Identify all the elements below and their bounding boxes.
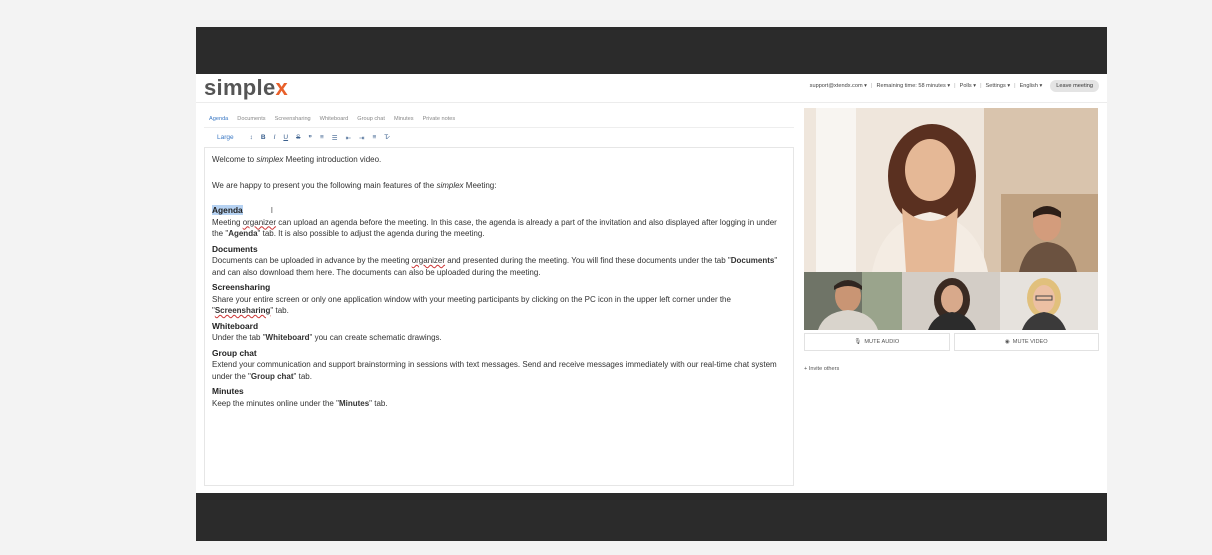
camera-icon: ◉ [1004, 339, 1010, 345]
remaining-time-menu[interactable]: Remaining time: 58 minutes ▾ [876, 83, 950, 89]
mute-audio-button[interactable]: 🎙 MUTE AUDIO [804, 333, 950, 351]
tab-whiteboard[interactable]: Whiteboard [320, 116, 349, 122]
tab-agenda[interactable]: Agenda [209, 116, 228, 122]
header-menu: support@xtendx.com ▾ | Remaining time: 5… [810, 80, 1099, 92]
heading-documents: Documents [212, 243, 258, 254]
intro-line: Welcome to simplex Meeting introduction … [212, 155, 382, 164]
tab-documents[interactable]: Documents [237, 116, 265, 122]
section-screensharing: Screensharing Share your entire screen o… [212, 282, 731, 315]
invite-others-link[interactable]: + Invite others [804, 366, 839, 372]
participant-1-image [1001, 194, 1098, 272]
bottom-letterbox-bar [196, 493, 1107, 541]
quote-button[interactable]: ❞ [308, 134, 312, 142]
left-panel: Agenda Documents Screensharing Whiteboar… [204, 110, 794, 486]
font-size-select[interactable]: Large [217, 134, 234, 141]
align-button[interactable]: ≡ [372, 134, 376, 141]
participant-3-image [902, 272, 1000, 330]
underline-button[interactable]: U [283, 134, 288, 141]
tab-screensharing[interactable]: Screensharing [275, 116, 311, 122]
settings-menu[interactable]: Settings ▾ [986, 83, 1011, 89]
section-minutes: Minutes Keep the minutes online under th… [212, 386, 388, 408]
section-group-chat: Group chat Extend your communication and… [212, 347, 777, 381]
heading-screensharing: Screensharing [212, 282, 271, 292]
editor-toolbar: Large ↕ B I U S ❞ ≡ ☰ ⇤ ⇥ ≡ T̷ [204, 128, 794, 148]
tab-private-notes[interactable]: Private notes [423, 116, 456, 122]
heading-group-chat: Group chat [212, 347, 257, 358]
indent-button[interactable]: ⇥ [359, 134, 364, 142]
strike-button[interactable]: S [296, 134, 300, 141]
polls-menu[interactable]: Polls ▾ [960, 83, 977, 89]
heading-minutes: Minutes [212, 386, 244, 396]
simplex-logo[interactable]: simplex [204, 75, 288, 101]
bullet-list-button[interactable]: ☰ [332, 134, 338, 142]
italic-button[interactable]: I [274, 134, 276, 141]
ordered-list-button[interactable]: ≡ [320, 134, 324, 141]
media-controls: 🎙 MUTE AUDIO ◉ MUTE VIDEO [804, 333, 1099, 351]
app-header: simplex support@xtendx.com ▾ | Remaining… [196, 74, 1107, 103]
section-agenda: Agenda I Meeting organizer can upload an … [212, 205, 777, 238]
user-menu[interactable]: support@xtendx.com ▾ [810, 83, 867, 89]
video-panel: 🎙 MUTE AUDIO ◉ MUTE VIDEO + Invite other… [804, 108, 1099, 488]
leave-meeting-button[interactable]: Leave meeting [1050, 80, 1099, 92]
mute-video-button[interactable]: ◉ MUTE VIDEO [953, 333, 1099, 351]
participant-tile-4[interactable] [1000, 272, 1098, 330]
app-frame: simplex support@xtendx.com ▾ | Remaining… [196, 27, 1107, 541]
outdent-button[interactable]: ⇤ [346, 134, 351, 142]
section-documents: Documents Documents can be uploaded in a… [212, 243, 778, 277]
section-tabs: Agenda Documents Screensharing Whiteboar… [204, 110, 794, 128]
tab-group-chat[interactable]: Group chat [357, 116, 385, 122]
language-menu[interactable]: English ▾ [1020, 83, 1043, 89]
tab-minutes[interactable]: Minutes [394, 116, 414, 122]
microphone-icon: 🎙 [854, 339, 862, 345]
participant-tile-2[interactable] [804, 272, 902, 330]
text-cursor-icon: I [270, 206, 273, 215]
happy-line: We are happy to present you the followin… [212, 180, 497, 190]
heading-whiteboard: Whiteboard [212, 320, 259, 331]
heading-agenda: Agenda [212, 205, 243, 215]
participant-tile-3[interactable] [902, 272, 1000, 330]
size-arrows-icon[interactable]: ↕ [250, 134, 253, 141]
section-whiteboard: Whiteboard Under the tab "Whiteboard" yo… [212, 320, 442, 343]
participant-tile-1[interactable] [1001, 194, 1098, 272]
participant-2-image [804, 272, 902, 330]
bold-button[interactable]: B [261, 134, 266, 141]
participant-4-image [1000, 272, 1098, 330]
top-letterbox-bar [196, 27, 1107, 74]
clear-format-button[interactable]: T̷ [384, 134, 388, 141]
agenda-editor[interactable]: Welcome to simplex Meeting introduction … [204, 148, 794, 486]
